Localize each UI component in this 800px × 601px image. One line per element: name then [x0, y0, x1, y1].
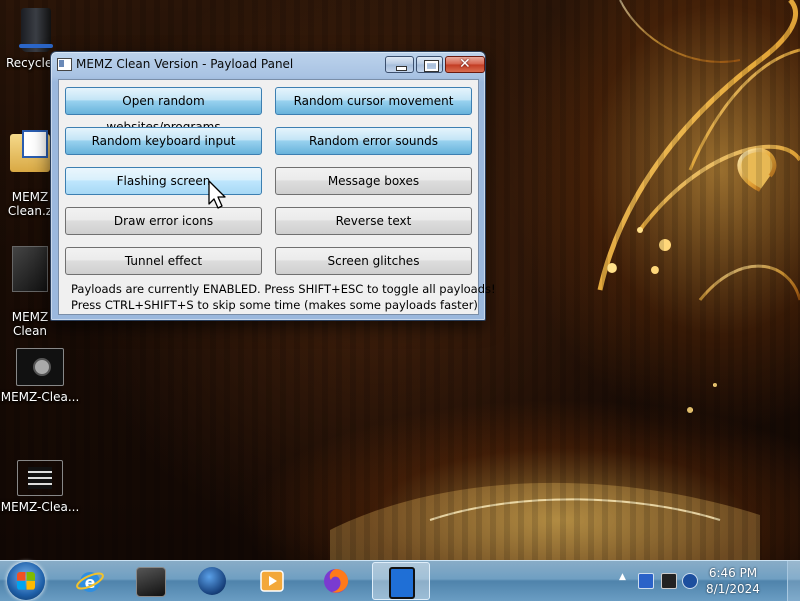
payload-button-cursor-movement[interactable]: Random cursor movement [275, 87, 472, 115]
payload-button-flashing-screen[interactable]: Flashing screen [65, 167, 262, 195]
taskbar-app-memz[interactable] [372, 562, 430, 600]
desktop-icon-label: MEMZ-Clea... [0, 500, 80, 514]
zip-folder-icon [10, 130, 50, 172]
taskbar-app-internet-explorer[interactable]: e [68, 564, 112, 598]
maximize-icon [424, 60, 439, 72]
desktop-icon-label: MEMZ-Clea... [0, 390, 80, 404]
globe-icon [198, 567, 226, 595]
close-button[interactable]: ✕ [445, 56, 485, 73]
payload-panel-client: Open random websites/programs Random cur… [58, 79, 496, 315]
taskbar-clock[interactable]: 6:46 PM 8/1/2024 [697, 565, 769, 597]
payload-button-screen-glitches[interactable]: Screen glitches [275, 247, 472, 275]
payload-button-keyboard-input[interactable]: Random keyboard input [65, 127, 262, 155]
show-desktop-button[interactable] [787, 561, 800, 601]
start-button[interactable] [7, 562, 45, 600]
window-app-icon [57, 58, 72, 71]
maximize-button[interactable] [416, 56, 443, 73]
taskbar-app-firefox[interactable] [314, 564, 358, 598]
firefox-icon [324, 569, 349, 593]
payload-button-error-sounds[interactable]: Random error sounds [275, 127, 472, 155]
mouse-cursor-icon [208, 180, 226, 209]
payload-button-tunnel-effect[interactable]: Tunnel effect [65, 247, 262, 275]
memz-icon [389, 567, 415, 599]
clock-time: 6:46 PM [708, 566, 758, 580]
media-player-icon [260, 570, 284, 592]
desktop-icon-memz-clean-2[interactable]: MEMZ-Clea... [0, 460, 80, 514]
taskbar-app-globe[interactable] [190, 564, 234, 598]
action-center-icon[interactable] [638, 573, 654, 589]
window-titlebar[interactable]: MEMZ Clean Version - Payload Panel ✕ [51, 52, 485, 78]
desktop-icon-memz-clean-1[interactable]: MEMZ-Clea... [0, 348, 80, 404]
payload-button-reverse-text[interactable]: Reverse text [275, 207, 472, 235]
show-hidden-icons-button[interactable]: ▲ [619, 572, 626, 582]
payload-panel-window: MEMZ Clean Version - Payload Panel ✕ Ope… [50, 51, 496, 321]
taskbar-app-media-player[interactable] [250, 564, 294, 598]
window-title: MEMZ Clean Version - Payload Panel [76, 57, 294, 71]
taskbar: e ▲ 6:46 PM 8/1/2024 [0, 560, 800, 601]
recycle-bin-icon [19, 8, 53, 52]
taskbar-app-computer[interactable] [128, 564, 172, 598]
minimize-icon [396, 66, 407, 71]
payload-button-error-icons[interactable]: Draw error icons [65, 207, 262, 235]
status-text-enabled: Payloads are currently ENABLED. Press SH… [71, 282, 496, 296]
close-icon: ✕ [459, 56, 471, 72]
computer-icon [136, 567, 166, 597]
clock-date: 8/1/2024 [706, 582, 760, 596]
application-icon [12, 246, 48, 292]
payload-button-message-boxes[interactable]: Message boxes [275, 167, 472, 195]
network-icon[interactable] [661, 573, 677, 589]
volume-icon[interactable] [682, 573, 698, 589]
minimize-button[interactable] [385, 56, 414, 73]
status-text-skip-time: Press CTRL+SHIFT+S to skip some time (ma… [71, 298, 478, 312]
list-document-icon [17, 460, 63, 496]
camera-icon [16, 348, 64, 386]
internet-explorer-icon: e [76, 572, 104, 592]
payload-button-open-websites[interactable]: Open random websites/programs [65, 87, 262, 134]
